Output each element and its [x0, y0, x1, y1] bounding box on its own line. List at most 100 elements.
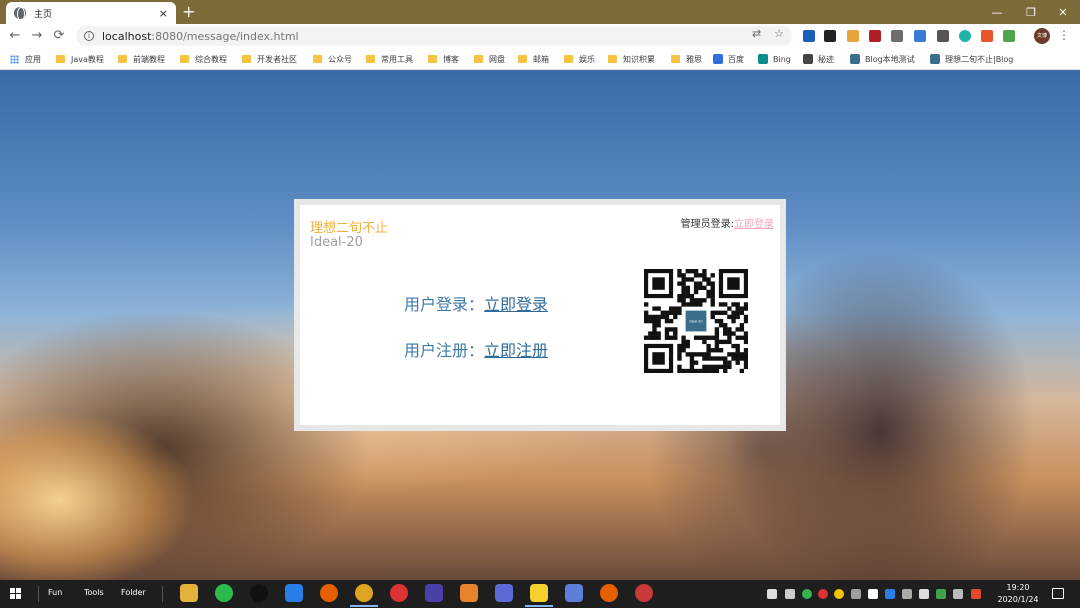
firefox-icon[interactable]	[320, 584, 338, 602]
bookmark-item[interactable]: 理想二旬不止|Blog	[930, 52, 1013, 66]
red-app-icon[interactable]	[635, 584, 653, 602]
back-button[interactable]: ←	[6, 27, 24, 45]
tray-yellow-icon[interactable]	[834, 589, 844, 599]
bookmark-label: 邮箱	[533, 54, 549, 64]
bookmark-item[interactable]: 雅思	[671, 52, 702, 66]
vm-app-icon[interactable]	[565, 584, 583, 602]
extension-mask-icon[interactable]	[824, 30, 836, 42]
wechat-icon[interactable]	[215, 584, 233, 602]
admin-login: 管理员登录:立即登录	[681, 215, 774, 230]
bookmark-label: 综合教程	[195, 54, 227, 64]
menu-icon[interactable]: ⋮	[1058, 28, 1070, 42]
brand-subtitle: Ideal-20	[310, 235, 363, 250]
qq-icon[interactable]	[250, 584, 268, 602]
extension-people-icon[interactable]	[981, 30, 993, 42]
bookmark-item[interactable]: 常用工具	[366, 52, 413, 66]
bookmark-label: 常用工具	[381, 54, 413, 64]
chrome-icon[interactable]	[350, 584, 378, 607]
bookmark-label: 秘迹	[818, 54, 834, 64]
extension-shield-icon[interactable]	[914, 30, 926, 42]
folder-icon	[518, 55, 527, 63]
minimize-button[interactable]: —	[980, 0, 1014, 24]
star-icon[interactable]: ☆	[774, 27, 784, 40]
address-bar[interactable]: i localhost :8080/message/index.html	[76, 26, 792, 46]
tray-music-icon[interactable]	[818, 589, 828, 599]
profile-avatar[interactable]: 文博	[1034, 28, 1050, 44]
user-register-row: 用户注册：立即注册	[404, 337, 548, 361]
browser-toolbar: ← → ⟳ i localhost :8080/message/index.ht…	[0, 24, 1080, 48]
admin-login-label: 管理员登录:	[680, 219, 734, 230]
tray-chat-icon[interactable]	[802, 589, 812, 599]
bookmark-label: 雅思	[686, 54, 702, 64]
bookmark-item[interactable]: 应用	[10, 52, 41, 66]
bookmark-item[interactable]: Blog本地测试	[850, 52, 915, 66]
intellij-icon[interactable]	[425, 584, 443, 602]
firefox-dev-icon[interactable]	[600, 584, 618, 602]
translate-icon[interactable]: ⇄	[752, 27, 761, 40]
bookmark-label: 百度	[728, 54, 744, 64]
login-card: 理想二旬不止 Ideal-20 管理员登录:立即登录 用户登录：立即登录 用户注…	[294, 199, 786, 431]
bookmark-item[interactable]: 开发者社区	[242, 52, 297, 66]
bookmark-item[interactable]: 秘迹	[803, 52, 834, 66]
bookmark-item[interactable]: 百度	[713, 52, 744, 66]
bookmark-label: 网盘	[489, 54, 505, 64]
tray-bell-icon[interactable]	[868, 589, 878, 599]
folder-icon	[366, 55, 375, 63]
bookmark-item[interactable]: 娱乐	[564, 52, 595, 66]
extension-download-icon[interactable]	[891, 30, 903, 42]
tray-nvidia-icon[interactable]	[936, 589, 946, 599]
bookmark-label: 应用	[25, 54, 41, 64]
bookmark-item[interactable]: 前端教程	[118, 52, 165, 66]
windows-start-icon[interactable]	[10, 588, 22, 600]
star-app-icon[interactable]	[285, 584, 303, 602]
bookmark-label: 公众号	[328, 54, 352, 64]
bookmark-item[interactable]: 综合教程	[180, 52, 227, 66]
extension-bookmark-icon[interactable]	[937, 30, 949, 42]
tray-blue-icon[interactable]	[885, 589, 895, 599]
maximize-button[interactable]: ❐	[1014, 0, 1048, 24]
bookmark-item[interactable]: Java教程	[56, 52, 104, 66]
extension-java-icon[interactable]	[847, 30, 859, 42]
forward-button[interactable]: →	[28, 27, 46, 45]
tray-wifi-icon[interactable]	[902, 589, 912, 599]
notification-icon[interactable]	[1052, 588, 1064, 599]
bookmark-item[interactable]: 公众号	[313, 52, 352, 66]
bookmark-item[interactable]: Bing	[758, 52, 791, 66]
admin-login-link[interactable]: 立即登录	[734, 219, 774, 230]
tray-red-icon[interactable]	[971, 589, 981, 599]
netease-music-icon[interactable]	[390, 584, 408, 602]
toolbar-tools[interactable]: Tools	[84, 588, 104, 597]
folder-icon	[242, 55, 251, 63]
tray-ime-icon[interactable]	[953, 589, 963, 599]
toolbar-fun[interactable]: Fun	[48, 588, 62, 597]
feather-app-icon[interactable]	[495, 584, 513, 602]
bookmark-item[interactable]: 网盘	[474, 52, 505, 66]
extension-ublock-icon[interactable]	[869, 30, 881, 42]
chart-app-icon[interactable]	[525, 584, 553, 607]
extension-circle-icon[interactable]	[959, 30, 971, 42]
browser-tab[interactable]: 主页 ×	[6, 2, 176, 24]
reload-button[interactable]: ⟳	[50, 27, 68, 45]
site-icon	[850, 54, 860, 64]
clock-date: 2020/1/24	[997, 595, 1039, 604]
bookmark-item[interactable]: 博客	[428, 52, 459, 66]
close-window-button[interactable]: ✕	[1046, 0, 1080, 24]
user-login-link[interactable]: 立即登录	[484, 295, 548, 314]
bookmark-item[interactable]: 知识积累	[608, 52, 655, 66]
tray-keyboard-icon[interactable]	[767, 589, 777, 599]
extension-v-icon[interactable]	[803, 30, 815, 42]
tray-sound-icon[interactable]	[851, 589, 861, 599]
extension-puzzle-icon[interactable]	[1003, 30, 1015, 42]
tray-wechat-icon[interactable]	[785, 589, 795, 599]
sublime-icon[interactable]	[460, 584, 478, 602]
info-icon[interactable]: i	[84, 31, 94, 41]
apps-icon	[10, 54, 19, 64]
file-explorer-icon[interactable]	[180, 584, 198, 602]
user-register-link[interactable]: 立即注册	[484, 341, 548, 360]
tray-battery-icon[interactable]	[919, 589, 929, 599]
toolbar-folder[interactable]: Folder	[121, 588, 146, 597]
tab-close-button[interactable]: ×	[159, 7, 168, 20]
bookmark-item[interactable]: 邮箱	[518, 52, 549, 66]
new-tab-button[interactable]: +	[182, 2, 195, 22]
taskbar-clock[interactable]: 19:20 2020/1/24	[996, 582, 1040, 606]
